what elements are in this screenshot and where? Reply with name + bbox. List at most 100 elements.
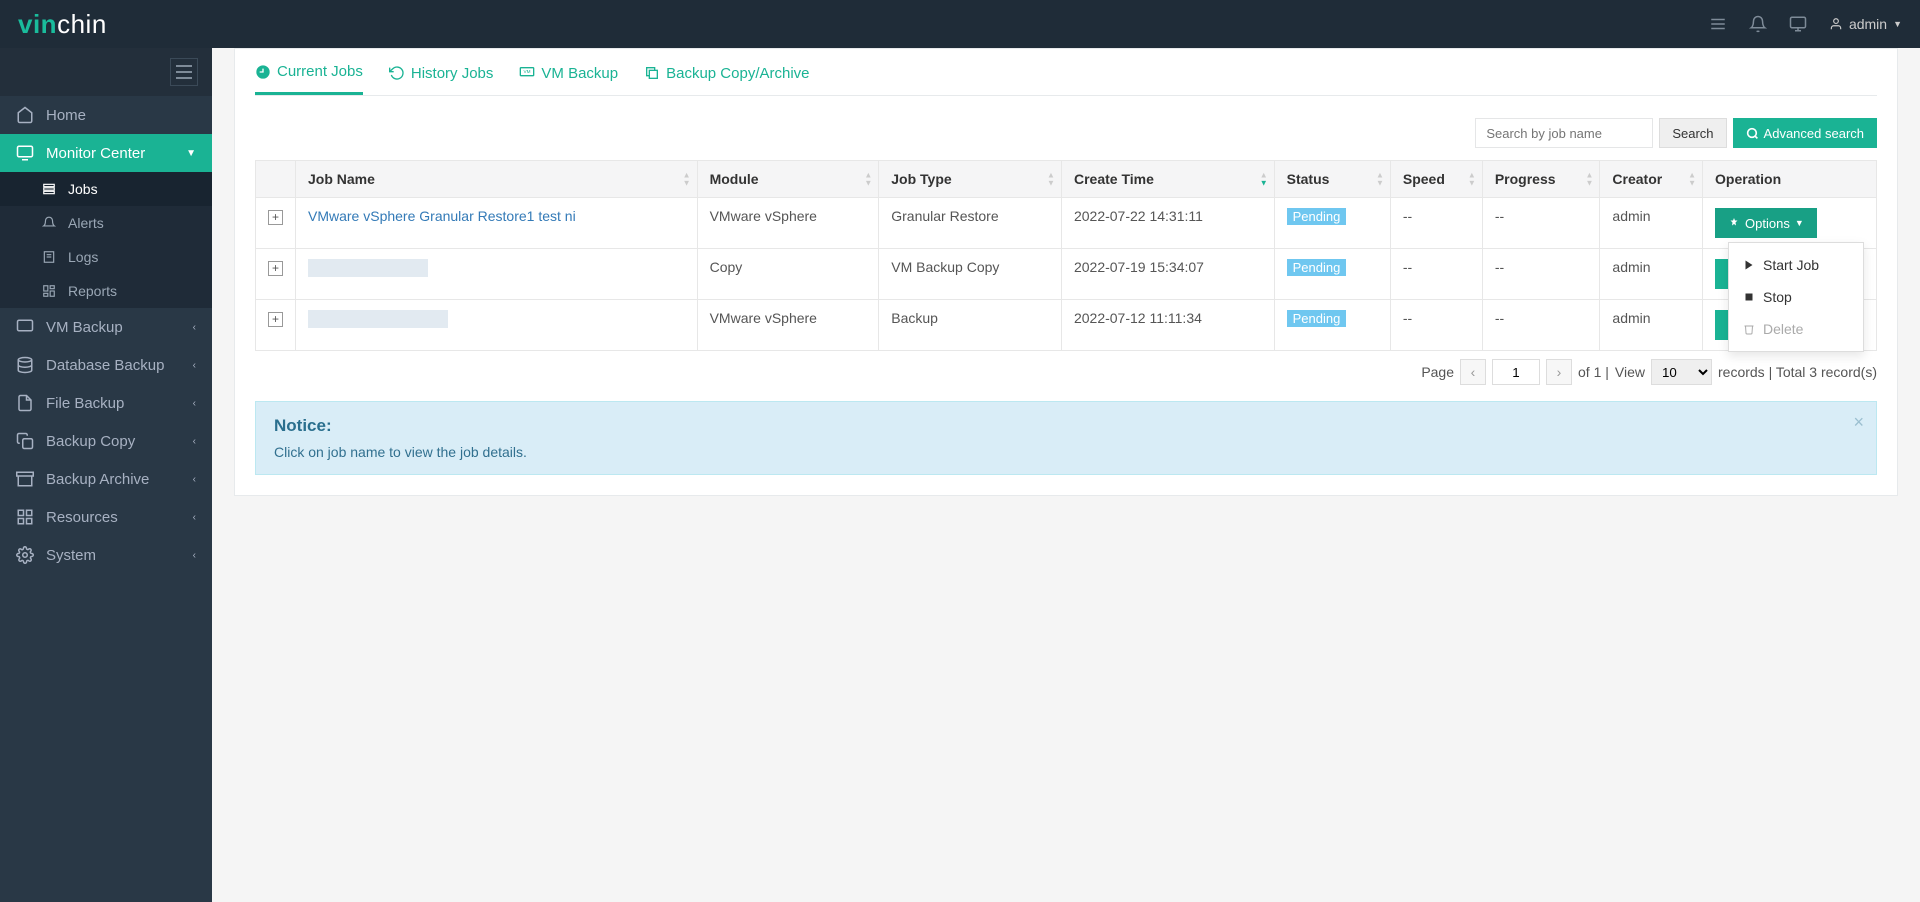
reports-icon: [40, 282, 58, 300]
col-progress[interactable]: Progress▲▼: [1482, 161, 1600, 198]
main-content: Current Jobs History Jobs VM VM Backup B…: [212, 48, 1920, 516]
sidebar-item-label: Database Backup: [46, 357, 164, 374]
sidebar-item-label: VM Backup: [46, 319, 123, 336]
topbar: vinchin admin ▼: [0, 0, 1920, 48]
notice-box: × Notice: Click on job name to view the …: [255, 401, 1877, 475]
sidebar-item-backup-copy[interactable]: Backup Copy ‹: [0, 422, 212, 460]
sort-icon: ▲▼: [1468, 172, 1476, 187]
tab-label: History Jobs: [411, 65, 494, 82]
cell-speed: --: [1390, 198, 1482, 249]
col-creator[interactable]: Creator▲▼: [1600, 161, 1703, 198]
col-module[interactable]: Module▲▼: [697, 161, 879, 198]
monitor-icon: [16, 144, 34, 162]
sidebar-sub-label: Alerts: [68, 215, 104, 231]
sidebar-sub-items: Jobs Alerts Logs Reports: [0, 172, 212, 308]
col-job-type[interactable]: Job Type▲▼: [879, 161, 1062, 198]
cell-job-type: Backup: [879, 300, 1062, 351]
user-menu[interactable]: admin ▼: [1829, 16, 1902, 32]
cell-create-time: 2022-07-22 14:31:11: [1061, 198, 1274, 249]
sidebar-sub-reports[interactable]: Reports: [0, 274, 212, 308]
tab-current-jobs[interactable]: Current Jobs: [255, 49, 363, 95]
expand-icon[interactable]: +: [268, 312, 283, 327]
cell-module: Copy: [697, 249, 879, 300]
page-size-select[interactable]: 10: [1651, 359, 1712, 385]
sidebar-item-system[interactable]: System ‹: [0, 536, 212, 574]
trash-icon: [1743, 323, 1755, 335]
table-row: + VMware vSphere Granular Restore1 test …: [256, 198, 1877, 249]
jobs-table: Job Name▲▼ Module▲▼ Job Type▲▼ Create Ti…: [255, 160, 1877, 351]
sidebar-item-backup-archive[interactable]: Backup Archive ‹: [0, 460, 212, 498]
sidebar-sub-label: Jobs: [68, 181, 98, 197]
status-badge: Pending: [1287, 310, 1347, 327]
page-prev-button[interactable]: ‹: [1460, 359, 1486, 385]
page-input[interactable]: [1492, 359, 1540, 385]
sidebar-item-monitor-center[interactable]: Monitor Center ▼: [0, 134, 212, 172]
cell-module: VMware vSphere: [697, 198, 879, 249]
col-speed[interactable]: Speed▲▼: [1390, 161, 1482, 198]
cell-progress: --: [1482, 300, 1600, 351]
expand-icon[interactable]: +: [268, 210, 283, 225]
sidebar: Home Monitor Center ▼ Jobs Alerts Logs R…: [0, 48, 212, 902]
col-operation: Operation: [1703, 161, 1877, 198]
bell-icon[interactable]: [1749, 15, 1767, 33]
bell-icon: [40, 214, 58, 232]
gear-icon: [16, 546, 34, 564]
archive-icon: [16, 470, 34, 488]
cell-creator: admin: [1600, 249, 1703, 300]
dropdown-start-job[interactable]: Start Job: [1729, 249, 1863, 281]
col-create-time[interactable]: Create Time▲▼: [1061, 161, 1274, 198]
sidebar-item-label: Home: [46, 107, 86, 124]
hand-icon: [1728, 217, 1740, 229]
col-expand: [256, 161, 296, 198]
database-icon: [16, 356, 34, 374]
sidebar-toggle-row: [0, 48, 212, 96]
search-input[interactable]: [1475, 118, 1653, 148]
sidebar-sub-label: Logs: [68, 249, 98, 265]
svg-text:VM: VM: [524, 69, 531, 74]
toolbar: Search Advanced search: [255, 118, 1877, 148]
cell-speed: --: [1390, 249, 1482, 300]
sidebar-item-database-backup[interactable]: Database Backup ‹: [0, 346, 212, 384]
options-button[interactable]: Options ▼: [1715, 208, 1817, 238]
vm-icon: [16, 318, 34, 336]
dashboard-icon: [255, 64, 271, 80]
view-label: View: [1615, 364, 1645, 380]
file-icon: [16, 394, 34, 412]
close-icon[interactable]: ×: [1853, 412, 1864, 433]
sidebar-item-vm-backup[interactable]: VM Backup ‹: [0, 308, 212, 346]
advanced-search-button[interactable]: Advanced search: [1733, 118, 1877, 148]
sidebar-sub-logs[interactable]: Logs: [0, 240, 212, 274]
chevron-left-icon: ‹: [193, 322, 196, 333]
logs-icon: [40, 248, 58, 266]
sidebar-sub-alerts[interactable]: Alerts: [0, 206, 212, 240]
sidebar-sub-label: Reports: [68, 283, 117, 299]
sidebar-item-resources[interactable]: Resources ‹: [0, 498, 212, 536]
cell-module: VMware vSphere: [697, 300, 879, 351]
expand-icon[interactable]: +: [268, 261, 283, 276]
tab-backup-copy-archive[interactable]: Backup Copy/Archive: [644, 49, 809, 95]
job-name-link[interactable]: VMware vSphere Granular Restore1 test ni: [308, 208, 576, 224]
search-button[interactable]: Search: [1659, 118, 1726, 148]
dropdown-stop[interactable]: Stop: [1729, 281, 1863, 313]
list-icon[interactable]: [1709, 15, 1727, 33]
sort-icon: ▲▼: [1688, 172, 1696, 187]
col-job-name[interactable]: Job Name▲▼: [296, 161, 698, 198]
dropdown-delete[interactable]: Delete: [1729, 313, 1863, 345]
vm-icon: VM: [519, 65, 535, 81]
stop-icon: [1743, 291, 1755, 303]
grid-icon: [16, 508, 34, 526]
tab-label: Backup Copy/Archive: [666, 65, 809, 82]
sidebar-item-home[interactable]: Home: [0, 96, 212, 134]
notice-text: Click on job name to view the job detail…: [274, 444, 1858, 460]
sidebar-sub-jobs[interactable]: Jobs: [0, 172, 212, 206]
tab-vm-backup[interactable]: VM VM Backup: [519, 49, 618, 95]
page-next-button[interactable]: ›: [1546, 359, 1572, 385]
monitor-icon[interactable]: [1789, 15, 1807, 33]
sidebar-toggle[interactable]: [170, 58, 198, 86]
play-icon: [1743, 259, 1755, 271]
tab-history-jobs[interactable]: History Jobs: [389, 49, 494, 95]
col-status[interactable]: Status▲▼: [1274, 161, 1390, 198]
sidebar-item-label: File Backup: [46, 395, 124, 412]
sidebar-item-file-backup[interactable]: File Backup ‹: [0, 384, 212, 422]
cell-creator: admin: [1600, 300, 1703, 351]
